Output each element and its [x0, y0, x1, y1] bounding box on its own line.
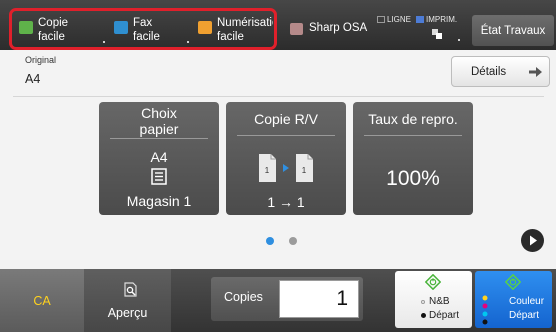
paper-tray-value: Magasin 1	[126, 193, 192, 209]
job-status-button[interactable]: État Travaux	[472, 15, 554, 46]
preview-button[interactable]: Aperçu	[84, 269, 171, 332]
copy-ratio-card[interactable]: Taux de repro. 100%	[353, 102, 473, 215]
divider	[237, 135, 335, 136]
bw-led-icon	[421, 300, 425, 304]
copy-screen: Copie facile Fax facile Numérisation fac…	[0, 0, 556, 332]
divider	[110, 138, 208, 139]
print-indicator-label: IMPRIM.	[426, 15, 458, 24]
color-start-button[interactable]: Couleur Départ	[475, 271, 552, 328]
menu-dot-icon	[103, 41, 105, 43]
svg-text:1: 1	[302, 166, 307, 175]
duplex-card-title: Copie R/V	[254, 111, 318, 127]
paper-tray-icon	[151, 168, 167, 185]
color-start-label-2: Départ	[509, 310, 540, 321]
clear-all-button[interactable]: CA	[0, 269, 84, 332]
osa-icon	[290, 23, 303, 35]
page-indicator-inactive[interactable]	[289, 237, 297, 245]
scan-icon	[198, 21, 212, 34]
preview-icon	[124, 282, 137, 297]
duplex-copy-card[interactable]: Copie R/V 1 1 1 → 1	[226, 102, 346, 215]
duplex-copy-icon: 1 1	[259, 154, 313, 182]
quick-fax-button[interactable]: Fax facile	[108, 12, 192, 46]
line-indicator-label: LIGNE	[387, 15, 412, 24]
quick-fax-label-2: facile	[133, 31, 160, 43]
details-button[interactable]: Détails	[451, 56, 550, 87]
fax-icon	[114, 21, 128, 34]
bw-start-label-1: N&B	[429, 296, 450, 307]
divider	[13, 96, 544, 97]
color-start-label-1: Couleur	[509, 296, 545, 307]
job-queue-icon	[432, 29, 442, 39]
quick-copy-button[interactable]: Copie facile	[13, 12, 108, 46]
print-led-icon	[416, 16, 424, 23]
preview-label: Aperçu	[107, 306, 148, 320]
paper-card-title-2: papier	[139, 121, 179, 137]
details-label: Détails	[471, 66, 507, 78]
paper-select-card[interactable]: Choix papier A4 Magasin 1	[99, 102, 219, 215]
ratio-value: 100%	[386, 167, 440, 190]
cmyk-dots-icon	[482, 295, 488, 325]
play-arrow-icon	[530, 235, 537, 246]
start-icon	[425, 274, 441, 290]
print-indicator: IMPRIM.	[416, 15, 457, 24]
menu-dot-icon	[187, 41, 189, 43]
start-icon	[505, 274, 521, 290]
divider	[364, 135, 462, 136]
arrow-right-icon	[529, 67, 542, 77]
sharp-osa-label: Sharp OSA	[309, 22, 368, 34]
quick-scan-label-1: Numérisation	[217, 17, 273, 29]
page-indicator-active[interactable]	[266, 237, 274, 245]
copies-label: Copies	[224, 290, 263, 304]
sharp-osa-button[interactable]: Sharp OSA	[282, 12, 372, 46]
bw-start-label-2: Départ	[429, 310, 460, 321]
line-indicator: LIGNE	[377, 15, 411, 24]
ratio-card-title: Taux de repro.	[368, 111, 458, 127]
top-bar: Copie facile Fax facile Numérisation fac…	[0, 0, 556, 50]
quick-scan-label-2: facile	[217, 31, 244, 43]
svg-text:1: 1	[265, 166, 270, 175]
bw-start-button[interactable]: N&B Départ	[395, 271, 472, 328]
menu-dot-icon	[458, 39, 460, 41]
quick-scan-button[interactable]: Numérisation facile	[192, 12, 274, 46]
quick-copy-label-2: facile	[38, 31, 65, 43]
duplex-value: 1 → 1	[267, 194, 305, 210]
copies-input[interactable]: 1	[279, 280, 359, 318]
original-value[interactable]: A4	[25, 72, 40, 86]
paper-size-value: A4	[150, 149, 168, 165]
next-page-button[interactable]	[521, 229, 544, 252]
original-label: Original	[25, 55, 57, 65]
paper-card-title-1: Choix	[141, 105, 177, 121]
black-led-icon	[421, 313, 426, 318]
quick-fax-label-1: Fax	[133, 17, 153, 29]
line-led-icon	[377, 16, 385, 23]
quick-copy-label-1: Copie	[38, 17, 69, 29]
copy-icon	[19, 21, 33, 34]
copies-control: Copies 1	[211, 277, 363, 321]
bottom-bar: CA Aperçu Copies 1 N&B Départ Couleur Dé…	[0, 269, 556, 332]
